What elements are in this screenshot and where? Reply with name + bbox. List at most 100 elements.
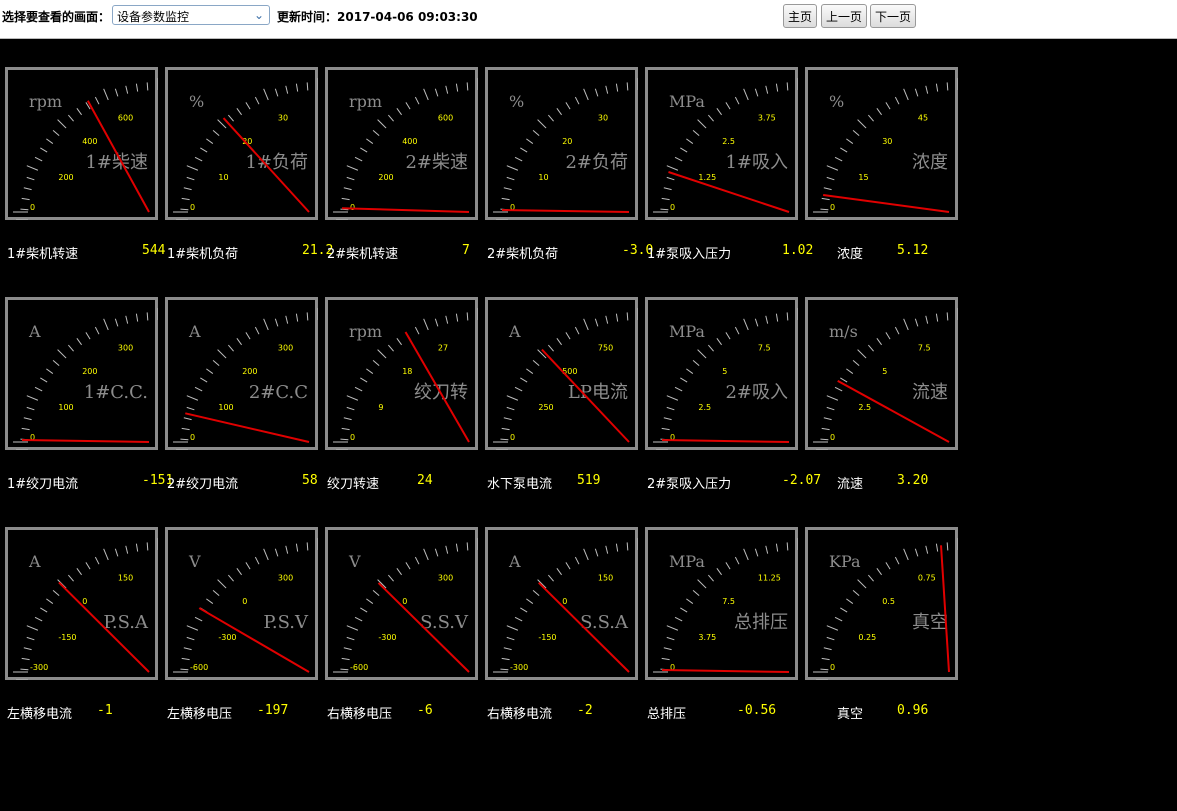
update-time-value: 2017-04-06 09:03:30 bbox=[337, 10, 478, 24]
gauge-value: 5.12 bbox=[897, 243, 929, 258]
gauge-unit: rpm bbox=[29, 92, 62, 111]
gauge: -300-1500150300AP.S.A bbox=[5, 527, 158, 680]
gauge-tick-label: 27 bbox=[438, 343, 448, 352]
gauge-value: -2.07 bbox=[782, 473, 822, 488]
gauge: 02.557.510MPa2#吸入 bbox=[645, 297, 798, 450]
gauge-label: 1#柴机转速 bbox=[7, 247, 79, 262]
gauge-unit: A bbox=[28, 552, 41, 571]
gauge-tick-label: -600 bbox=[350, 663, 368, 672]
gauge-value: -2 bbox=[577, 703, 593, 718]
gauge-tick bbox=[180, 438, 189, 441]
gauge-unit: A bbox=[188, 322, 201, 341]
gauge-tick-label: 15 bbox=[858, 173, 868, 182]
gauge-tick-label: 200 bbox=[82, 367, 97, 376]
gauge-tick-label: 0.75 bbox=[918, 573, 936, 582]
gauge-tick-label: 0.5 bbox=[882, 597, 895, 606]
gauge-unit: m/s bbox=[829, 322, 858, 341]
gauge-label: 真空 bbox=[837, 707, 864, 722]
gauge-tick bbox=[306, 312, 309, 321]
gauge-tick-label: 400 bbox=[82, 137, 97, 146]
gauge-tick bbox=[466, 542, 469, 551]
gauge-tick-label: 5 bbox=[722, 367, 727, 376]
gauge-tick-label: 7.5 bbox=[722, 597, 735, 606]
gauge-value: -197 bbox=[257, 703, 289, 718]
gauge-unit: rpm bbox=[349, 322, 382, 341]
screen-select[interactable]: 设备参数监控 ⌄ bbox=[112, 5, 270, 25]
gauge-tick-label: 100 bbox=[218, 403, 233, 412]
gauge-value: -6 bbox=[417, 703, 433, 718]
gauge-unit: % bbox=[829, 92, 844, 111]
gauge-title: P.S.A bbox=[103, 612, 149, 633]
gauge: 00.250.50.751KPa真空 bbox=[805, 527, 958, 680]
gauge-tick-label: 0 bbox=[830, 433, 835, 442]
gauge-unit: A bbox=[508, 322, 521, 341]
gauge-tick-label: 150 bbox=[118, 573, 133, 582]
gauge-tick bbox=[786, 542, 789, 551]
gauge-label: 左横移电压 bbox=[167, 707, 233, 722]
gauge-unit: rpm bbox=[349, 92, 382, 111]
gauge-label: 2#柴机负荷 bbox=[487, 247, 559, 262]
gauge-tick bbox=[786, 312, 789, 321]
gauge-tick-label: 100 bbox=[58, 403, 73, 412]
prev-page-button[interactable]: 上一页 bbox=[821, 4, 867, 28]
gauge: 09182736rpm绞刀转 bbox=[325, 297, 478, 450]
gauge: 0100200300400A2#C.C bbox=[165, 297, 318, 450]
gauge: 0100200300400A1#C.C. bbox=[5, 297, 158, 450]
gauge-tick-label: 9 bbox=[378, 403, 383, 412]
gauge-tick-label: 45 bbox=[918, 113, 928, 122]
gauge-title: 2#吸入 bbox=[725, 382, 788, 403]
gauge-tick-label: 600 bbox=[438, 113, 453, 122]
update-time-label: 更新时间： bbox=[277, 10, 338, 24]
gauge-tick-label: 0 bbox=[670, 203, 675, 212]
gauge-tick-label: 400 bbox=[402, 137, 417, 146]
gauge-title: P.S.V bbox=[263, 612, 309, 633]
gauge: 02.557.510m/s流速 bbox=[805, 297, 958, 450]
gauge-label: 2#绞刀电流 bbox=[167, 477, 239, 492]
gauge-title: 浓度 bbox=[912, 152, 948, 173]
gauge-tick bbox=[626, 82, 629, 91]
gauge-tick-label: -300 bbox=[218, 633, 236, 642]
gauge-title: 2#柴速 bbox=[405, 152, 468, 173]
gauge-label: 1#泵吸入压力 bbox=[647, 247, 732, 262]
gauge-unit: % bbox=[509, 92, 524, 111]
gauge-title: 1#C.C. bbox=[84, 382, 148, 403]
gauge-label: 左横移电流 bbox=[7, 707, 73, 722]
gauge: 010203040%2#负荷 bbox=[485, 67, 638, 220]
gauge-tick-label: 0 bbox=[350, 203, 355, 212]
gauge: 0200400600800rpm2#柴速 bbox=[325, 67, 478, 220]
gauge-tick-label: 0 bbox=[82, 597, 87, 606]
gauge-tick-label: -300 bbox=[510, 663, 528, 672]
gauge-tick-label: 250 bbox=[538, 403, 553, 412]
gauge-unit: MPa bbox=[669, 322, 705, 341]
gauge-label: 1#柴机负荷 bbox=[167, 247, 239, 262]
gauge-tick-label: 7.5 bbox=[918, 343, 931, 352]
gauge: 010203040%1#负荷 bbox=[165, 67, 318, 220]
gauge-label: 水下泵电流 bbox=[487, 477, 553, 492]
gauge-tick bbox=[146, 82, 149, 91]
gauge-tick-label: -150 bbox=[58, 633, 76, 642]
gauge-unit: % bbox=[189, 92, 204, 111]
gauge-tick bbox=[20, 208, 29, 211]
gauge-tick-label: 30 bbox=[598, 113, 608, 122]
gauge-tick-label: 3.75 bbox=[698, 633, 716, 642]
gauge-tick-label: 200 bbox=[242, 367, 257, 376]
gauge: 02505007501000ALP电流 bbox=[485, 297, 638, 450]
gauge-tick-label: 30 bbox=[278, 113, 288, 122]
gauge: 015304560%浓度 bbox=[805, 67, 958, 220]
gauge-unit: MPa bbox=[669, 552, 705, 571]
chevron-down-icon: ⌄ bbox=[253, 8, 265, 22]
gauge-tick-label: 200 bbox=[378, 173, 393, 182]
gauge-tick bbox=[786, 82, 789, 91]
gauge-label: 总排压 bbox=[647, 707, 687, 722]
home-button[interactable]: 主页 bbox=[783, 4, 817, 28]
gauge-value: -1 bbox=[97, 703, 113, 718]
gauge-value: 544 bbox=[142, 243, 166, 258]
gauge-tick-label: 2.5 bbox=[858, 403, 871, 412]
gauge-tick bbox=[820, 208, 829, 211]
gauge-unit: V bbox=[348, 552, 361, 571]
gauge-tick bbox=[626, 312, 629, 321]
next-page-button[interactable]: 下一页 bbox=[870, 4, 916, 28]
gauge-value: 1.02 bbox=[782, 243, 814, 258]
gauge-tick-label: -600 bbox=[190, 663, 208, 672]
gauge-label: 流速 bbox=[837, 477, 864, 492]
